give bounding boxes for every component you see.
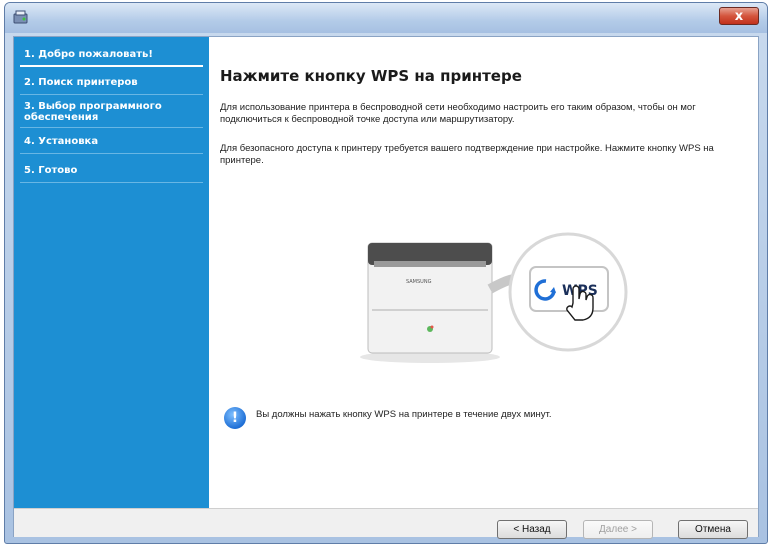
wizard-content: Нажмите кнопку WPS на принтере Для испол… (210, 37, 758, 508)
next-button[interactable]: Далее > (583, 520, 653, 539)
close-icon: x (734, 9, 744, 24)
installer-window: x 1. Добро пожаловать! 2. Поиск принтеро… (4, 2, 768, 544)
step-item-done: 5. Готово (20, 165, 203, 183)
close-button[interactable]: x (719, 7, 759, 25)
step-item-install: 4. Установка (20, 136, 203, 154)
page-title: Нажмите кнопку WPS на принтере (220, 67, 522, 85)
step-item-search-printers: 2. Поиск принтеров (20, 77, 203, 95)
printer-brand-label: SAMSUNG (406, 279, 432, 285)
step-label: 4. Установка (24, 136, 99, 147)
back-button[interactable]: < Назад (497, 520, 567, 539)
wizard-footer: < Назад Далее > Отмена (14, 508, 758, 539)
step-label: 5. Готово (24, 165, 78, 176)
app-icon (13, 10, 28, 24)
step-label: 3. Выбор программного обеспечения (24, 101, 162, 123)
description-paragraph: Для использование принтера в беспроводно… (220, 102, 696, 125)
step-label: 1. Добро пожаловать! (24, 49, 153, 60)
security-paragraph: Для безопасного доступа к принтеру требу… (220, 143, 714, 166)
step-label: 2. Поиск принтеров (24, 77, 138, 88)
wizard-client-area: 1. Добро пожаловать! 2. Поиск принтеров … (13, 36, 759, 539)
wizard-steps-sidebar: 1. Добро пожаловать! 2. Поиск принтеров … (14, 37, 209, 508)
printer-wps-illustration: SAMSUNG WPS (360, 232, 628, 363)
cancel-button[interactable]: Отмена (678, 520, 748, 539)
step-item-welcome: 1. Добро пожаловать! (20, 49, 203, 67)
step-item-select-software: 3. Выбор программного обеспечения (20, 101, 203, 128)
title-bar[interactable]: x (5, 3, 767, 33)
info-icon: ! (224, 407, 246, 429)
wps-timeout-notice: Вы должны нажать кнопку WPS на принтере … (256, 409, 552, 420)
